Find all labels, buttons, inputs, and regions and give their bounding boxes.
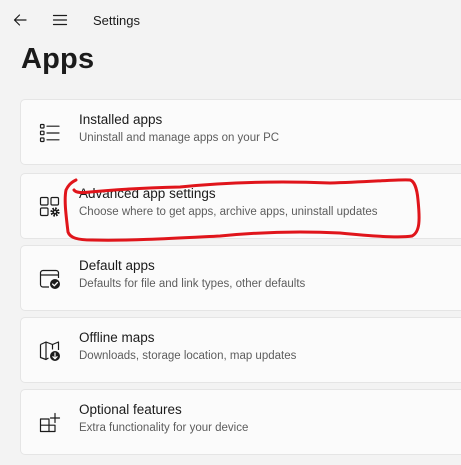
grid-plus-icon bbox=[39, 412, 61, 433]
card-description: Downloads, storage location, map updates bbox=[79, 350, 297, 362]
card-title: Offline maps bbox=[79, 330, 155, 345]
map-download-icon bbox=[39, 341, 60, 361]
installed-apps-card[interactable]: Installed apps Uninstall and manage apps… bbox=[20, 99, 461, 165]
card-title: Optional features bbox=[79, 402, 182, 417]
card-title: Installed apps bbox=[79, 112, 163, 127]
card-description: Choose where to get apps, archive apps, … bbox=[79, 206, 378, 218]
card-description: Uninstall and manage apps on your PC bbox=[79, 132, 280, 144]
window-check-icon bbox=[39, 269, 60, 289]
card-description: Defaults for file and link types, other … bbox=[79, 278, 306, 290]
hamburger-menu-icon bbox=[52, 14, 68, 26]
arrow-left-icon bbox=[13, 14, 27, 26]
optional-features-card[interactable]: Optional features Extra functionality fo… bbox=[20, 389, 461, 455]
card-title: Default apps bbox=[79, 258, 155, 273]
back-button[interactable] bbox=[8, 8, 32, 32]
settings-window: Settings Apps Installed apps Uninstall a… bbox=[0, 0, 461, 465]
offline-maps-card[interactable]: Offline maps Downloads, storage location… bbox=[20, 317, 461, 383]
app-title: Settings bbox=[93, 13, 140, 28]
advanced-app-settings-card[interactable]: Advanced app settings Choose where to ge… bbox=[20, 173, 461, 239]
card-description: Extra functionality for your device bbox=[79, 422, 249, 434]
list-icon bbox=[39, 123, 60, 143]
apps-gear-icon bbox=[39, 196, 60, 217]
default-apps-card[interactable]: Default apps Defaults for file and link … bbox=[20, 245, 461, 311]
navigation-menu-button[interactable] bbox=[48, 8, 72, 32]
title-bar: Settings bbox=[0, 0, 461, 40]
card-title: Advanced app settings bbox=[79, 186, 216, 201]
page-title: Apps bbox=[21, 43, 95, 75]
